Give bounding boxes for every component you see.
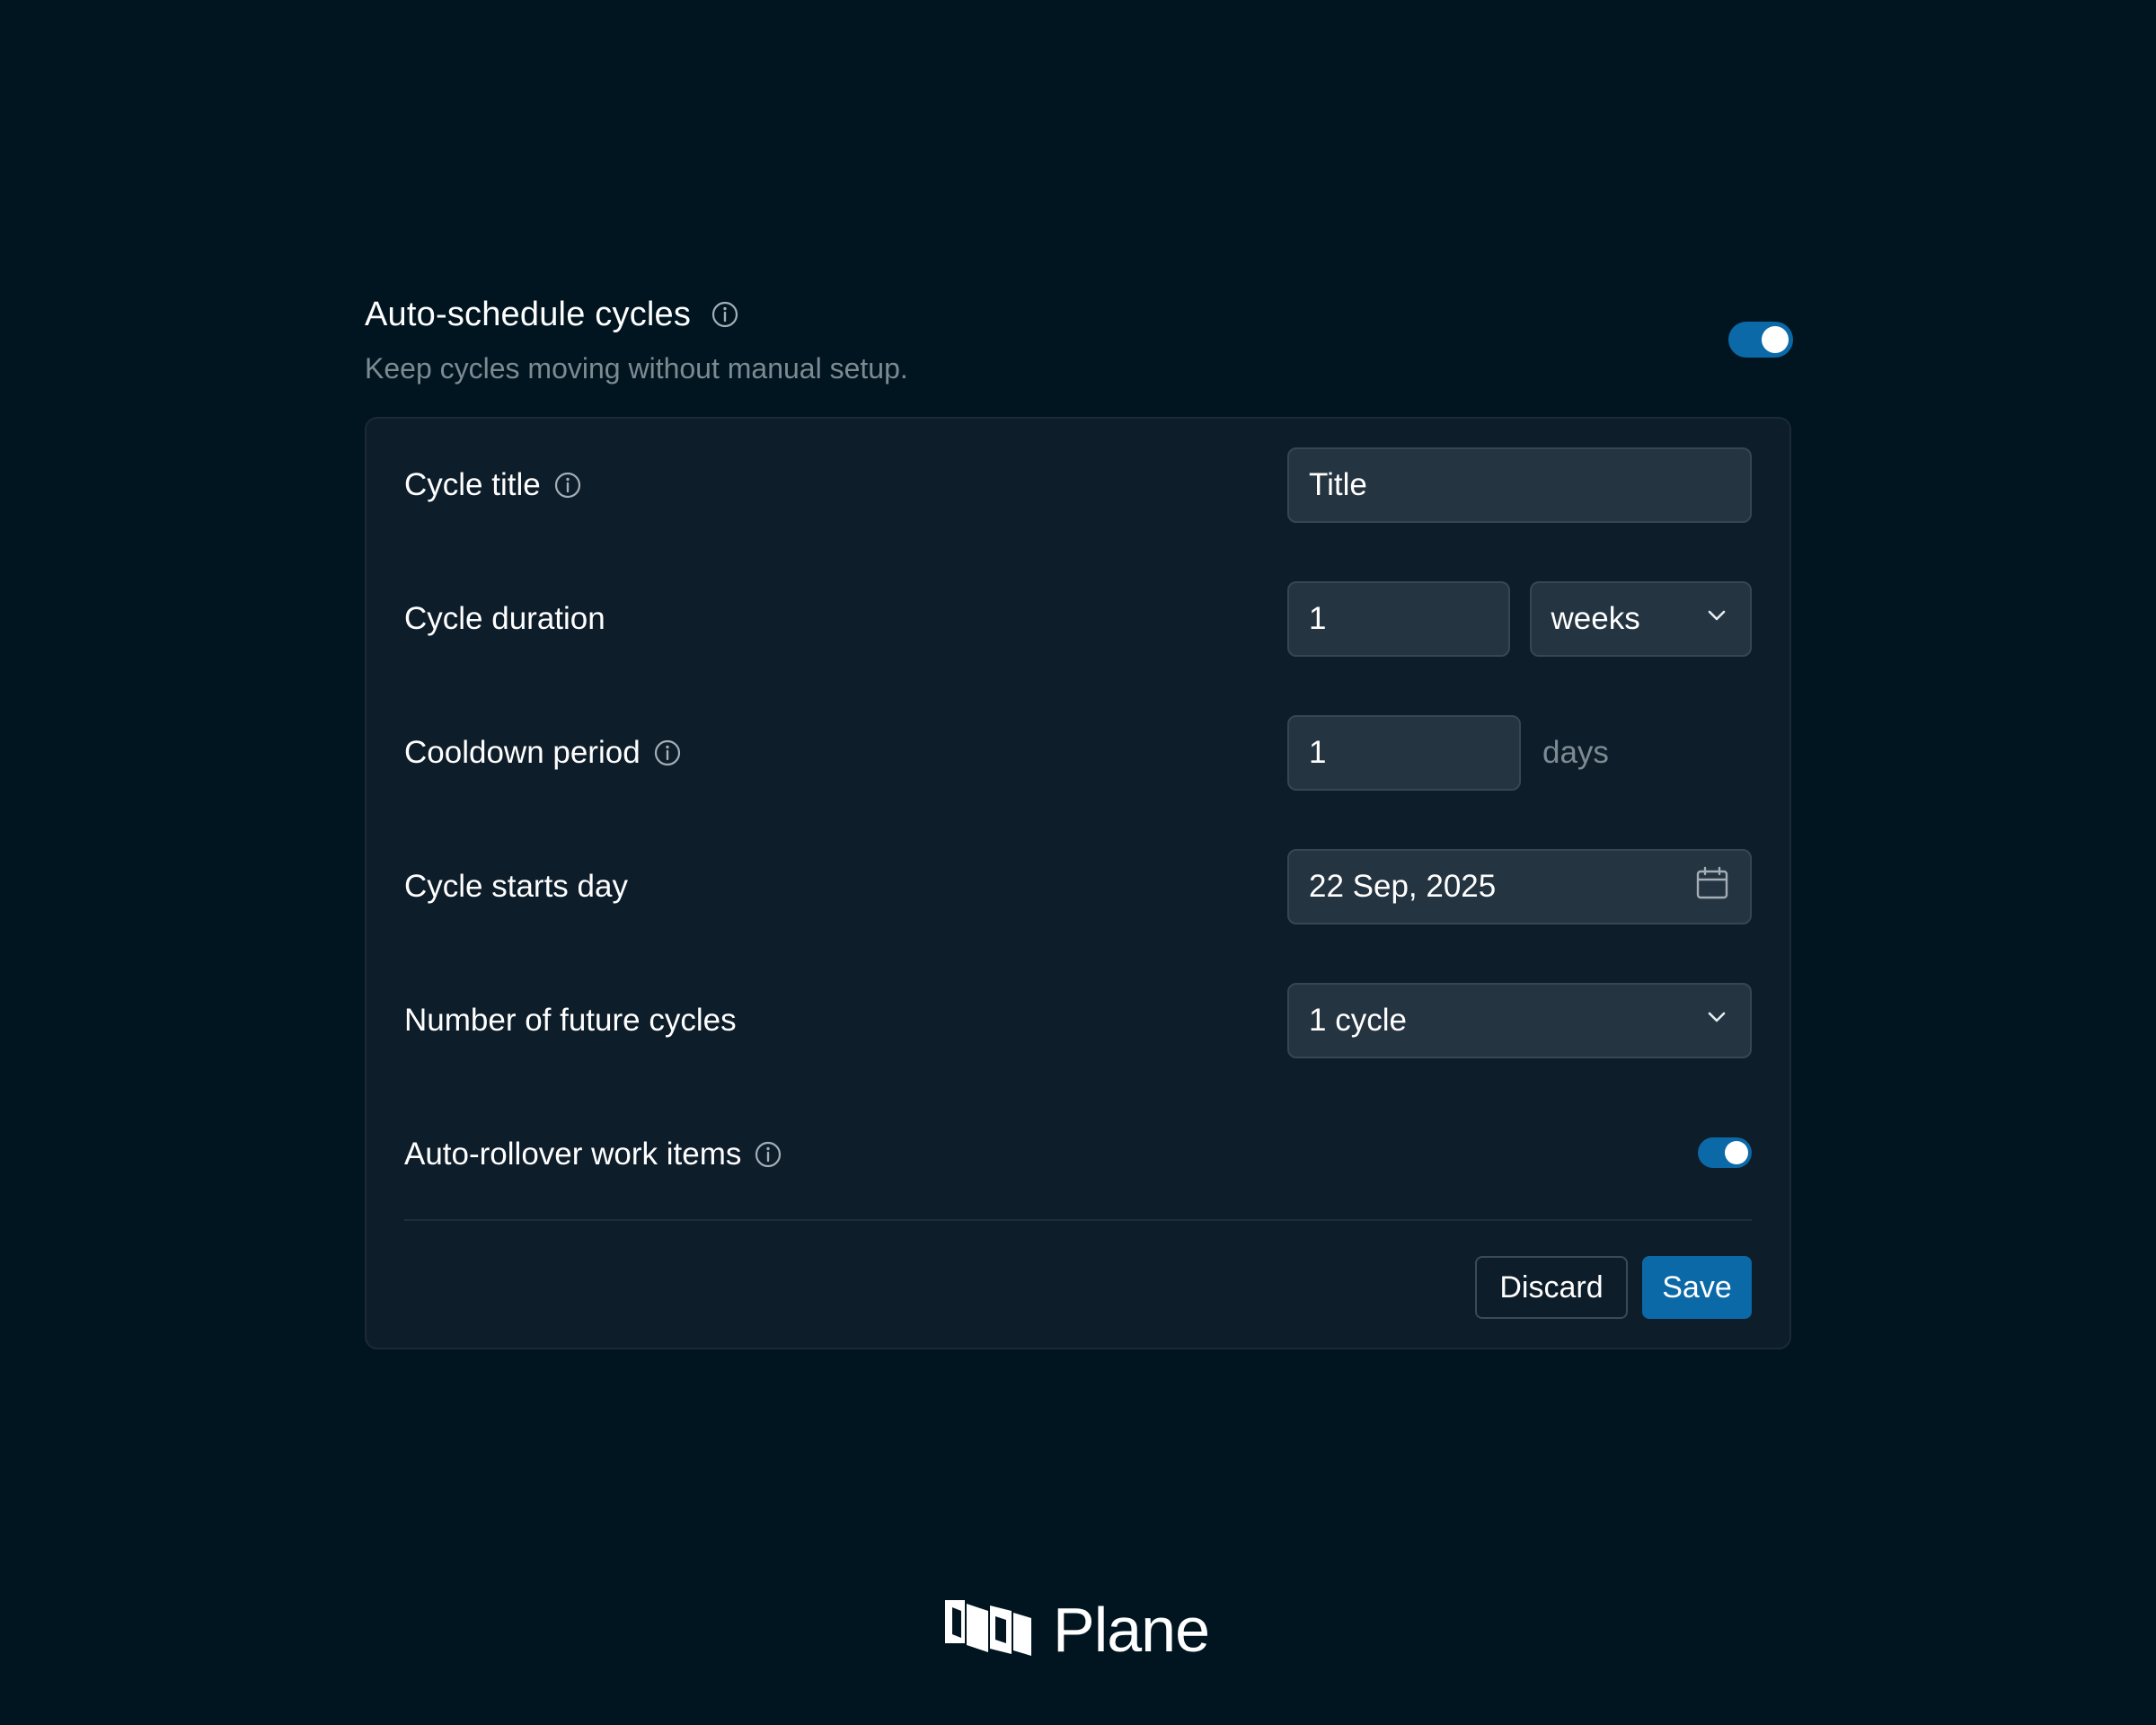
settings-page: Auto-schedule cycles Keep cycles moving …	[0, 0, 2156, 1725]
cycle-title-label: Cycle title	[404, 467, 541, 502]
auto-rollover-row: Auto-rollover work items	[404, 1117, 1752, 1192]
toggle-knob	[1762, 326, 1789, 353]
cycle-duration-input[interactable]: 1	[1287, 581, 1510, 657]
cycle-duration-unit-value: weeks	[1551, 601, 1640, 636]
toggle-knob	[1725, 1141, 1748, 1164]
cycle-starts-day-label: Cycle starts day	[404, 869, 628, 904]
cycle-duration-row: Cycle duration 1 weeks	[404, 581, 1752, 657]
cycle-duration-label: Cycle duration	[404, 601, 605, 636]
auto-rollover-label: Auto-rollover work items	[404, 1137, 742, 1172]
cycle-duration-controls: 1 weeks	[1287, 581, 1752, 657]
future-cycles-label: Number of future cycles	[404, 1003, 737, 1038]
cycle-title-input[interactable]: Title	[1287, 447, 1752, 523]
auto-rollover-label-wrap: Auto-rollover work items	[404, 1137, 1752, 1172]
page-title: Auto-schedule cycles	[365, 295, 692, 333]
divider	[404, 1219, 1752, 1221]
cooldown-period-row: Cooldown period 1 days	[404, 715, 1752, 791]
cycle-duration-unit-select[interactable]: weeks	[1529, 581, 1752, 657]
cycle-starts-day-row: Cycle starts day 22 Sep, 2025	[404, 849, 1752, 924]
page-subtitle: Keep cycles moving without manual setup.	[365, 352, 908, 385]
future-cycles-row: Number of future cycles 1 cycle	[404, 983, 1752, 1058]
cooldown-unit-label: days	[1542, 735, 1609, 770]
brand-name: Plane	[1053, 1595, 1210, 1665]
info-icon[interactable]	[754, 1140, 782, 1169]
cooldown-period-input[interactable]: 1	[1287, 715, 1521, 791]
auto-schedule-toggle[interactable]	[1728, 322, 1793, 358]
cycle-title-row: Cycle title Title	[404, 447, 1752, 523]
cycle-settings-card: Cycle title Title Cycle duration 1 weeks…	[365, 417, 1791, 1349]
cycle-duration-value: 1	[1309, 601, 1327, 636]
save-button[interactable]: Save	[1642, 1256, 1752, 1319]
cooldown-period-controls: 1 days	[1287, 715, 1752, 791]
calendar-icon[interactable]	[1694, 865, 1730, 909]
info-icon[interactable]	[711, 300, 739, 329]
cycle-starts-day-controls: 22 Sep, 2025	[1287, 849, 1752, 924]
chevron-down-icon	[1703, 1003, 1730, 1039]
plane-logo: Plane	[943, 1594, 1210, 1666]
future-cycles-value: 1 cycle	[1309, 1003, 1407, 1038]
cycle-starts-day-date-picker[interactable]: 22 Sep, 2025	[1287, 849, 1752, 924]
info-icon[interactable]	[653, 739, 682, 767]
info-icon[interactable]	[553, 471, 582, 500]
chevron-down-icon	[1703, 601, 1730, 637]
cycle-title-controls: Title	[1287, 447, 1752, 523]
header-title-row: Auto-schedule cycles	[365, 289, 1793, 340]
future-cycles-select[interactable]: 1 cycle	[1287, 983, 1752, 1058]
cooldown-period-label: Cooldown period	[404, 735, 641, 770]
cooldown-period-value: 1	[1309, 735, 1327, 770]
cycle-title-value: Title	[1309, 467, 1367, 502]
auto-rollover-toggle[interactable]	[1698, 1137, 1752, 1168]
plane-logo-icon	[943, 1598, 1033, 1662]
cycle-starts-day-value: 22 Sep, 2025	[1309, 869, 1497, 904]
auto-schedule-header: Auto-schedule cycles Keep cycles moving …	[365, 289, 1793, 388]
discard-button[interactable]: Discard	[1475, 1256, 1628, 1319]
future-cycles-controls: 1 cycle	[1287, 983, 1752, 1058]
